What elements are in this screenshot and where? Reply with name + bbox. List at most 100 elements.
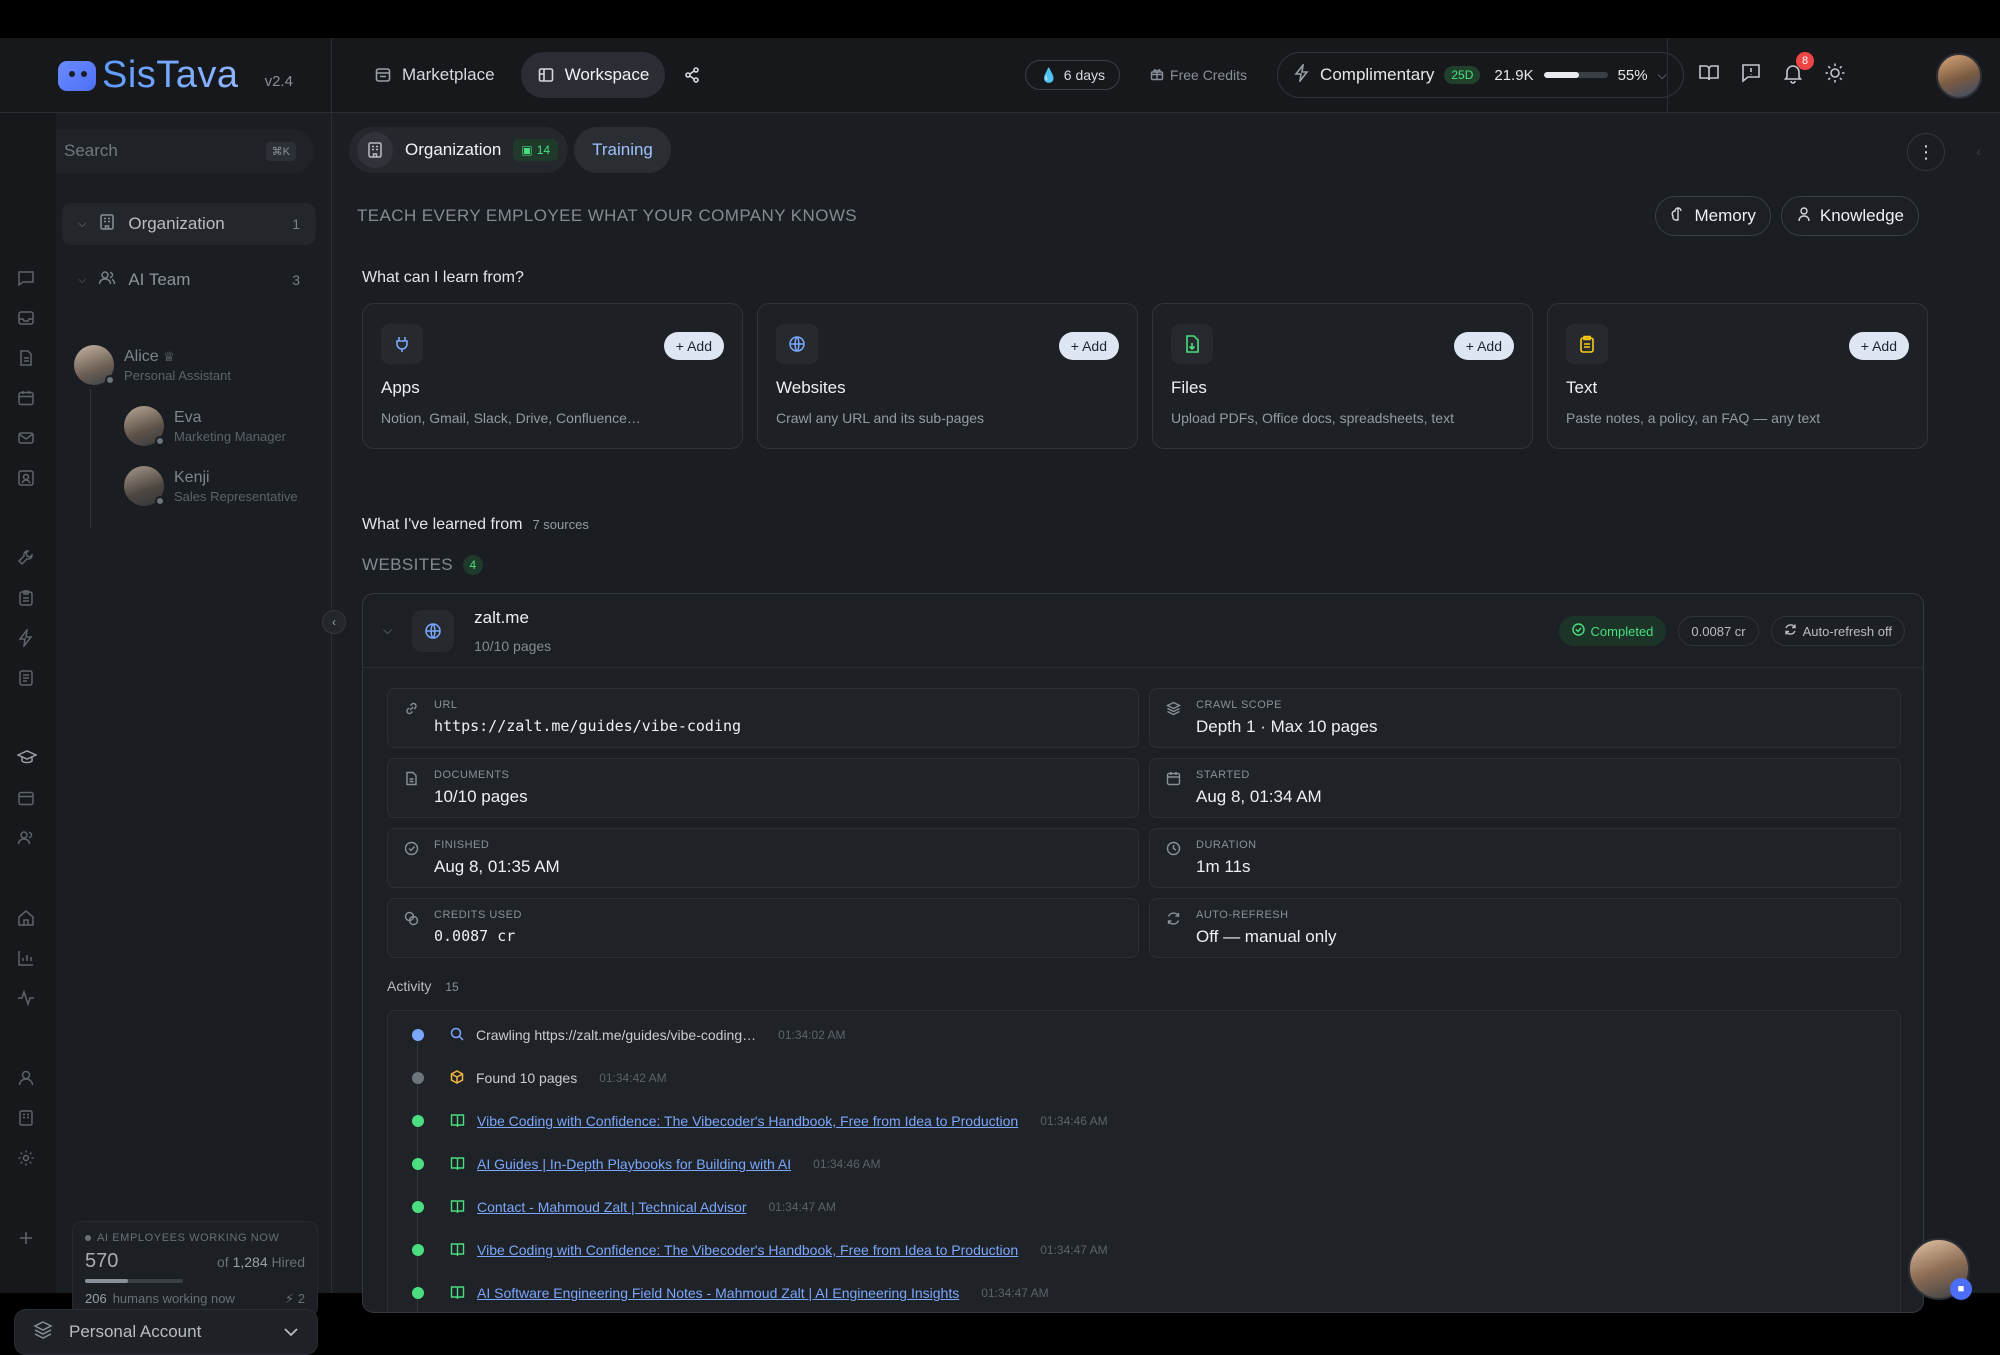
calendar-icon[interactable]	[17, 389, 37, 409]
inbox-icon[interactable]	[17, 309, 37, 329]
account-switcher[interactable]: Personal Account	[14, 1309, 318, 1355]
nav-workspace[interactable]: Workspace	[520, 52, 666, 98]
refresh-icon	[1166, 911, 1182, 947]
activity-row[interactable]: AI Software Engineering Field Notes - Ma…	[412, 1281, 1049, 1305]
plus-icon[interactable]	[17, 1229, 37, 1249]
add-text-button[interactable]: + Add	[1848, 332, 1909, 360]
brand[interactable]: SisTava v2.4	[0, 37, 332, 113]
detail-label: DURATION	[1196, 839, 1257, 851]
graduation-cap-icon[interactable]	[16, 749, 38, 769]
memory-button[interactable]: Memory	[1655, 196, 1771, 236]
tree-organization-label: Organization	[128, 214, 225, 233]
main-nav: Marketplace Workspace	[358, 52, 709, 98]
building-icon[interactable]	[17, 1109, 37, 1129]
tree-ai-team[interactable]: ⌵ AI Team 3	[62, 265, 316, 295]
detail-label: DOCUMENTS	[434, 769, 510, 781]
add-file-button[interactable]: + Add	[1453, 332, 1514, 360]
chevron-left-icon[interactable]: ‹	[1976, 143, 1981, 159]
source-card-text[interactable]: + Add Text Paste notes, a policy, an FAQ…	[1547, 303, 1928, 449]
users-icon[interactable]	[17, 829, 37, 849]
detail-value: 1m 11s	[1196, 857, 1251, 876]
activity-page-link[interactable]: AI Software Engineering Field Notes - Ma…	[477, 1285, 959, 1301]
share-button[interactable]	[675, 52, 709, 98]
person-role: Marketing Manager	[174, 428, 286, 444]
knowledge-button[interactable]: Knowledge	[1780, 196, 1919, 236]
website-pages: 10/10 pages	[474, 637, 552, 654]
person-kenji[interactable]: Kenji Sales Representative	[124, 466, 298, 506]
activity-page-link[interactable]: Contact - Mahmoud Zalt | Technical Advis…	[477, 1199, 747, 1215]
person-eva[interactable]: Eva Marketing Manager	[124, 406, 286, 446]
detail-value: 10/10 pages	[434, 787, 528, 806]
timeline-dot	[412, 1287, 424, 1299]
source-card-files[interactable]: + Add Files Upload PDFs, Office docs, sp…	[1152, 303, 1533, 449]
calendar-icon[interactable]	[17, 789, 37, 809]
auto-refresh-toggle[interactable]: Auto-refresh off	[1770, 616, 1905, 646]
hired-label: Hired	[271, 1254, 305, 1270]
clock-icon	[1166, 841, 1182, 877]
link-icon	[404, 701, 420, 737]
activity-row[interactable]: Contact - Mahmoud Zalt | Technical Advis…	[412, 1195, 836, 1219]
book-icon[interactable]	[1698, 62, 1720, 89]
home-icon[interactable]	[17, 909, 37, 929]
mail-icon[interactable]	[17, 429, 37, 449]
sun-icon[interactable]	[1824, 62, 1846, 89]
document-icon	[404, 771, 420, 807]
source-card-title: Apps	[381, 378, 420, 397]
activity-page-link[interactable]: AI Guides | In-Depth Playbooks for Build…	[477, 1156, 791, 1172]
brand-name: SisTava	[102, 53, 239, 96]
assistant-avatar-button[interactable]: ■	[1908, 1238, 1972, 1300]
activity-page-link[interactable]: Vibe Coding with Confidence: The Vibecod…	[477, 1242, 1018, 1258]
search-input[interactable]: Search ⌘K	[16, 129, 314, 173]
days-pill[interactable]: 💧 6 days	[1025, 60, 1121, 90]
calendar-icon	[1166, 771, 1182, 807]
nav-marketplace[interactable]: Marketplace	[358, 52, 511, 98]
contact-icon[interactable]	[17, 469, 37, 489]
person-alice[interactable]: Alice ♕ Personal Assistant	[74, 345, 231, 385]
gear-icon[interactable]	[17, 1149, 37, 1169]
activity-page-link[interactable]: Vibe Coding with Confidence: The Vibecod…	[477, 1113, 1018, 1129]
detail-documents: DOCUMENTS 10/10 pages	[387, 758, 1139, 818]
websites-label: WEBSITES	[362, 555, 454, 574]
learn-heading: What can I learn from?	[362, 269, 524, 286]
source-card-title: Text	[1566, 378, 1598, 397]
user-avatar[interactable]	[1936, 52, 1982, 99]
activity-row[interactable]: AI Guides | In-Depth Playbooks for Build…	[412, 1152, 881, 1176]
working-of: of	[217, 1254, 229, 1270]
detail-value: Off — manual only	[1196, 927, 1337, 946]
tree-organization[interactable]: ⌵ Organization 1	[62, 203, 316, 245]
document-icon[interactable]	[17, 349, 37, 369]
detail-value: 0.0087 cr	[434, 927, 516, 945]
credits-box[interactable]: Complimentary 25D 21.9K 55% ⌵	[1277, 52, 1684, 98]
activity-text: Crawling https://zalt.me/guides/vibe-cod…	[476, 1027, 757, 1043]
source-card-apps[interactable]: + Add Apps Notion, Gmail, Slack, Drive, …	[362, 303, 743, 449]
wrench-icon[interactable]	[17, 549, 37, 569]
learned-sources-count: 7 sources	[532, 517, 589, 532]
activity-row[interactable]: Vibe Coding with Confidence: The Vibecod…	[412, 1109, 1108, 1133]
user-icon[interactable]	[17, 1069, 37, 1089]
website-source-header[interactable]: ⌵ zalt.me 10/10 pages Completed 0.0087 c…	[363, 594, 1923, 668]
bolt-icon[interactable]	[17, 627, 37, 649]
tab-organization[interactable]: Organization ▣ 14	[349, 127, 569, 173]
chat-bubble-icon: ■	[1950, 1278, 1972, 1300]
tab-training[interactable]: Training	[574, 127, 671, 173]
activity-icon[interactable]	[17, 989, 37, 1009]
free-credits-link[interactable]: Free Credits	[1150, 67, 1247, 84]
notes-icon[interactable]	[17, 669, 37, 689]
chat-icon[interactable]	[17, 269, 37, 289]
add-website-button[interactable]: + Add	[1058, 332, 1119, 360]
bell-icon[interactable]: 8	[1782, 52, 1814, 89]
layers-icon	[1165, 701, 1182, 737]
add-app-button[interactable]: + Add	[663, 332, 724, 360]
clipboard-icon[interactable]	[17, 589, 37, 609]
chart-icon[interactable]	[17, 949, 37, 969]
detail-label: AUTO-REFRESH	[1196, 909, 1289, 921]
page-icon	[450, 1242, 465, 1259]
source-card-websites[interactable]: + Add Websites Crawl any URL and its sub…	[757, 303, 1138, 449]
status-area: 💧 6 days Free Credits Complimentary 25D …	[1025, 52, 1684, 98]
activity-log: Crawling https://zalt.me/guides/vibe-cod…	[387, 1010, 1901, 1312]
crown-icon: ♕	[163, 348, 175, 364]
more-options-button[interactable]: ⋮	[1907, 133, 1945, 171]
feedback-icon[interactable]	[1740, 62, 1762, 89]
chevron-down-icon[interactable]: ⌵	[383, 623, 392, 638]
activity-row[interactable]: Vibe Coding with Confidence: The Vibecod…	[412, 1238, 1108, 1262]
